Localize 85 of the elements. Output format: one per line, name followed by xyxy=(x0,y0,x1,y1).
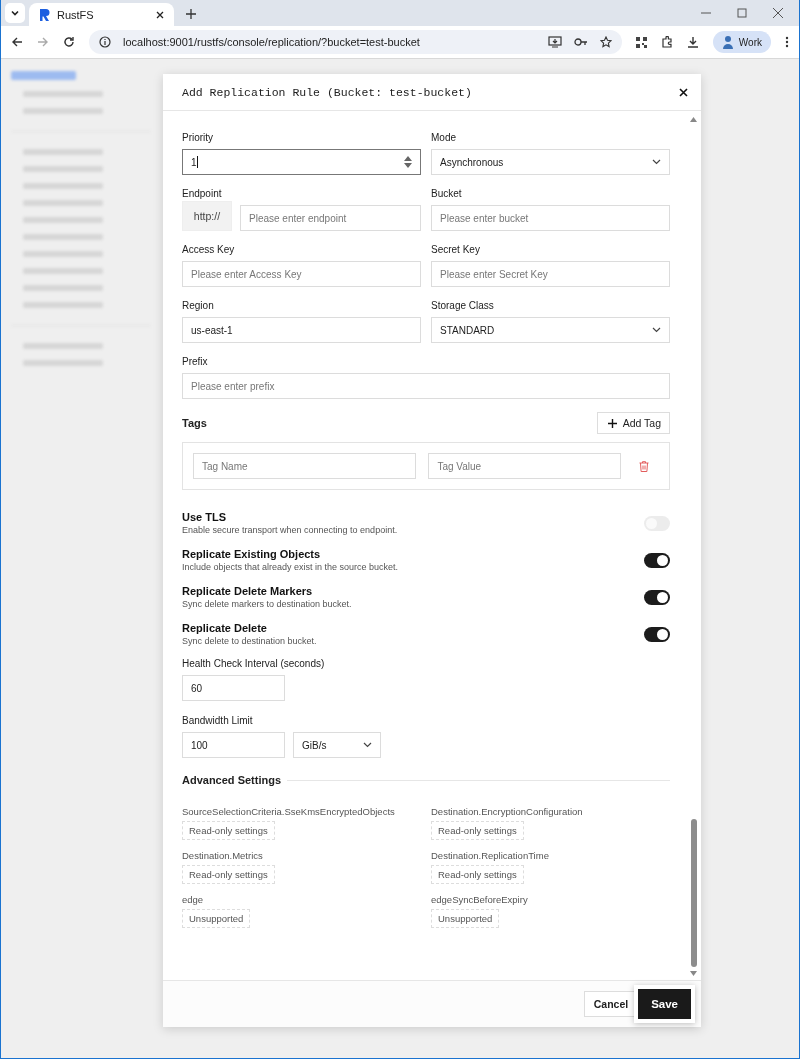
field-label: Bandwidth Limit xyxy=(182,715,254,726)
setting-status-tag: Unsupported xyxy=(431,909,500,928)
new-tab-icon[interactable] xyxy=(186,9,196,19)
field-label: Endpoint xyxy=(182,188,223,199)
field-label: Access Key xyxy=(182,244,236,255)
protocol-prefix: http:// xyxy=(182,201,232,231)
address-bar[interactable]: localhost:9001/rustfs/console/replication/?bucket=test-bucket xyxy=(89,30,622,54)
tag-name-input[interactable]: Tag Name xyxy=(193,453,417,479)
toggle-switch[interactable] xyxy=(644,626,670,642)
setting-status-tag: Read-only settings xyxy=(182,865,275,884)
close-window-icon[interactable] xyxy=(773,8,783,18)
endpoint-input[interactable]: Please enter endpoint xyxy=(240,205,421,231)
close-tab-icon[interactable] xyxy=(156,10,164,19)
menu-icon[interactable] xyxy=(785,36,789,48)
info-icon[interactable] xyxy=(99,36,111,48)
advanced-settings-heading: Advanced Settings xyxy=(182,774,282,786)
download-icon[interactable] xyxy=(686,36,699,48)
tags-heading: Tags xyxy=(182,417,207,429)
tab-list-button[interactable] xyxy=(5,3,25,23)
chevron-down-icon xyxy=(652,159,661,165)
chevron-down-icon xyxy=(10,8,20,18)
scrollbar[interactable] xyxy=(689,117,698,976)
toggle-title: Use TLS xyxy=(182,511,227,523)
field-label: Secret Key xyxy=(431,244,481,255)
number-input[interactable]: 1 xyxy=(182,149,421,175)
add-tag-button[interactable]: Add Tag xyxy=(596,412,670,434)
field-label: Storage Class xyxy=(431,300,495,311)
field-label: Region xyxy=(182,300,215,311)
text-input[interactable]: Please enter prefix xyxy=(182,373,670,399)
toggle-description: Enable secure transport when connecting to endpoint. xyxy=(182,525,399,535)
setting-name: edgeSyncBeforeExpiry xyxy=(431,894,528,905)
toggle-description: Sync delete markers to destination bucket. xyxy=(182,599,353,609)
field-label: Prefix xyxy=(182,356,209,367)
setting-name: Destination.ReplicationTime xyxy=(431,850,549,861)
field-label: Health Check Interval (seconds) xyxy=(182,658,326,669)
app-logo-icon xyxy=(39,8,50,21)
chevron-down-icon xyxy=(652,327,661,333)
qr-code-icon[interactable] xyxy=(635,36,647,48)
puzzle-icon[interactable] xyxy=(660,36,673,48)
toggle-description: Sync delete to destination bucket. xyxy=(182,636,318,646)
trash-icon[interactable] xyxy=(639,460,649,472)
select-field[interactable]: Asynchronous xyxy=(431,149,670,175)
key-icon[interactable] xyxy=(573,37,588,47)
browser-tab[interactable]: RustFS xyxy=(29,3,174,26)
profile-button[interactable]: Work xyxy=(712,31,771,53)
toggle-title: Replicate Delete Markers xyxy=(182,585,314,597)
unit-select[interactable]: GiB/s xyxy=(293,732,381,758)
toggle-switch[interactable] xyxy=(644,589,670,605)
install-icon[interactable] xyxy=(547,36,562,48)
plus-icon xyxy=(607,418,617,428)
tag-value-input[interactable]: Tag Value xyxy=(428,453,621,479)
toggle-switch[interactable] xyxy=(644,552,670,568)
scroll-up-icon[interactable] xyxy=(690,117,697,122)
toggle-title: Replicate Existing Objects xyxy=(182,548,322,560)
setting-status-tag: Read-only settings xyxy=(431,821,524,840)
text-input[interactable]: Please enter bucket xyxy=(431,205,670,231)
text-input[interactable]: Please enter Access Key xyxy=(182,261,421,287)
toggle-title: Replicate Delete xyxy=(182,622,268,634)
number-input[interactable]: 100 xyxy=(182,732,285,758)
number-input[interactable]: 60 xyxy=(182,675,285,701)
setting-name: edge xyxy=(182,894,204,905)
star-icon[interactable] xyxy=(599,36,612,48)
setting-name: SourceSelectionCriteria.SseKmsEncryptedObjects xyxy=(182,806,395,817)
setting-status-tag: Read-only settings xyxy=(182,821,275,840)
maximize-icon[interactable] xyxy=(737,8,747,18)
tab-title: RustFS xyxy=(57,8,95,21)
setting-status-tag: Read-only settings xyxy=(431,865,524,884)
close-icon[interactable] xyxy=(679,87,688,97)
setting-status-tag: Unsupported xyxy=(182,909,251,928)
select-field[interactable]: STANDARD xyxy=(431,317,670,343)
avatar-icon xyxy=(721,35,734,49)
chevron-down-icon xyxy=(363,742,372,748)
spinner-icon[interactable] xyxy=(404,155,412,169)
text-input[interactable]: us-east-1 xyxy=(182,317,421,343)
back-icon[interactable] xyxy=(11,36,23,48)
field-label: Bucket xyxy=(431,188,463,199)
reload-icon[interactable] xyxy=(63,36,75,48)
field-label: Mode xyxy=(431,132,457,143)
scroll-down-icon[interactable] xyxy=(690,971,697,976)
setting-name: Destination.Metrics xyxy=(182,850,263,861)
setting-name: Destination.EncryptionConfiguration xyxy=(431,806,583,817)
text-input[interactable]: Please enter Secret Key xyxy=(431,261,670,287)
field-label: Priority xyxy=(182,132,215,143)
toggle-description: Include objects that already exist in the source bucket. xyxy=(182,562,400,572)
dialog-title: Add Replication Rule (Bucket: test-bucket) xyxy=(182,85,473,99)
